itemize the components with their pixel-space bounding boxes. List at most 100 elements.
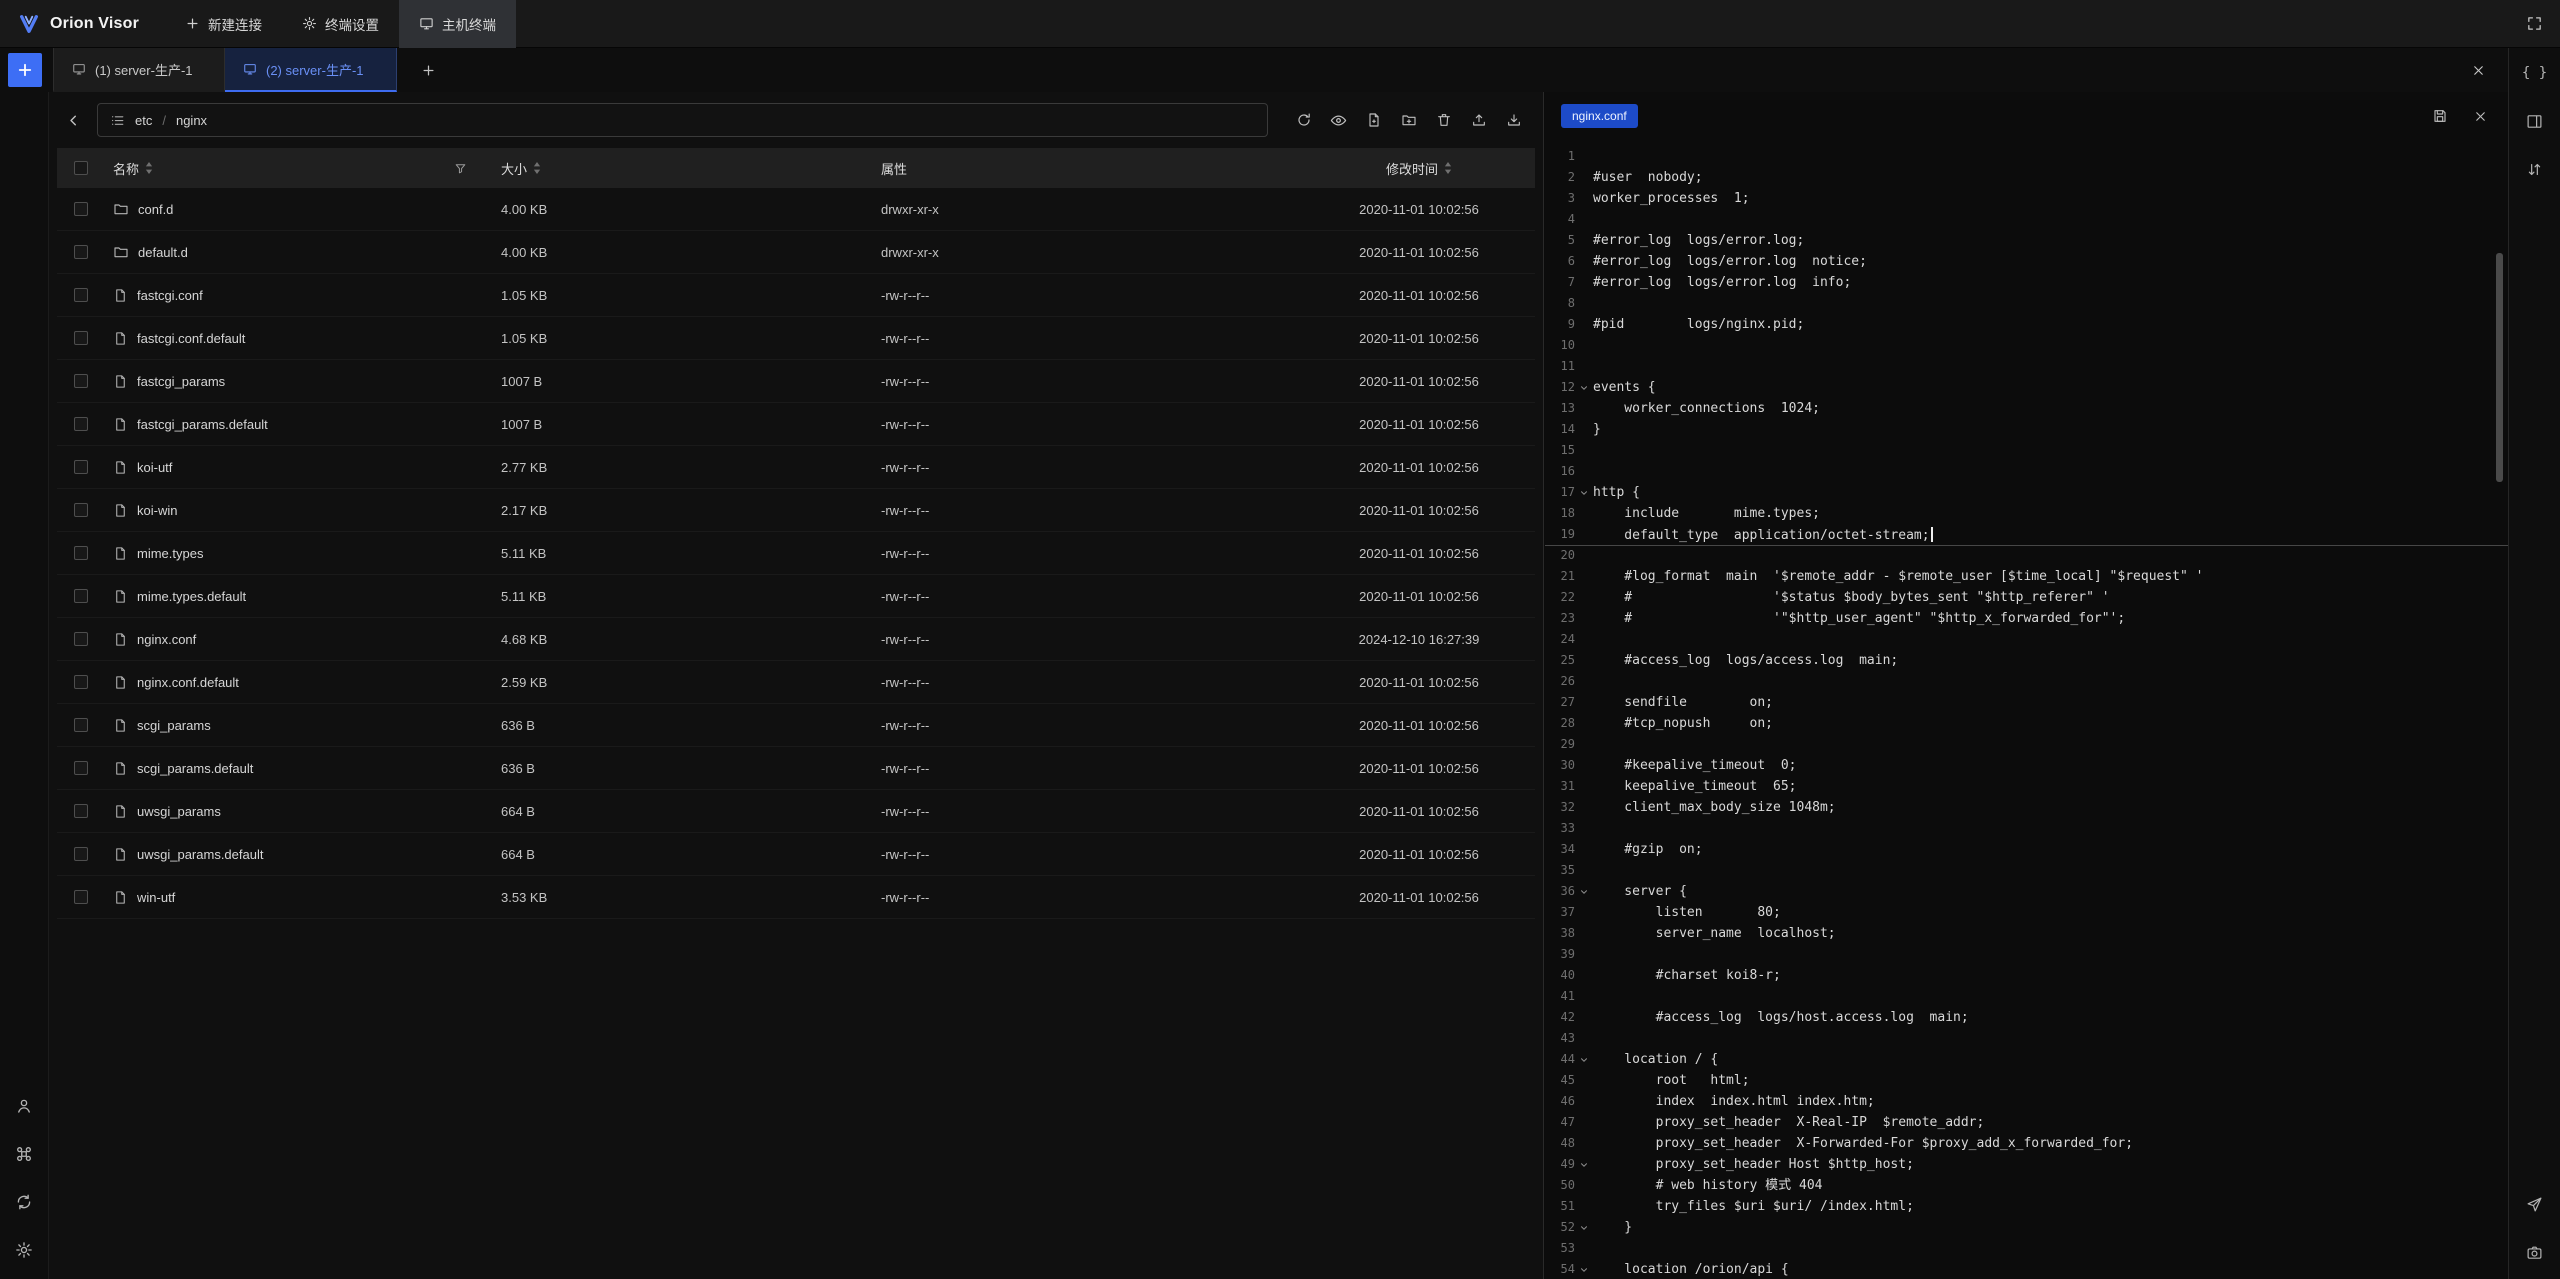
fold-chevron-icon[interactable] <box>1579 1265 1589 1275</box>
navbar-item-host-terminal[interactable]: 主机终端 <box>399 0 516 48</box>
send-command-button[interactable] <box>2518 1187 2552 1221</box>
row-checkbox[interactable] <box>74 847 88 861</box>
back-button[interactable] <box>59 106 87 134</box>
upload-button[interactable] <box>1463 105 1494 135</box>
close-panel-button[interactable] <box>2466 58 2490 82</box>
file-row[interactable]: nginx.conf 4.68 KB -rw-r--r-- 2024-12-10… <box>57 618 1535 661</box>
header-name[interactable]: 名称 <box>105 159 493 178</box>
fold-chevron-icon[interactable] <box>1579 887 1589 897</box>
navbar-item-terminal-settings[interactable]: 终端设置 <box>282 0 399 48</box>
row-checkbox[interactable] <box>74 632 88 646</box>
code-line[interactable]: 20 <box>1545 545 2508 566</box>
code-line[interactable]: 51 try_files $uri $uri/ /index.html; <box>1545 1196 2508 1217</box>
open-file-badge[interactable]: nginx.conf <box>1561 104 1638 128</box>
file-row[interactable]: fastcgi.conf.default 1.05 KB -rw-r--r-- … <box>57 317 1535 360</box>
new-file-button[interactable] <box>1358 105 1389 135</box>
code-line[interactable]: 26 <box>1545 671 2508 692</box>
header-mtime[interactable]: 修改时间 <box>1303 159 1535 178</box>
tab-server-1[interactable]: (1) server-生产-1 <box>53 48 225 92</box>
code-line[interactable]: 38 server_name localhost; <box>1545 923 2508 944</box>
code-line[interactable]: 33 <box>1545 818 2508 839</box>
code-line[interactable]: 35 <box>1545 860 2508 881</box>
fold-chevron-icon[interactable] <box>1579 488 1589 498</box>
save-button[interactable] <box>2428 104 2452 128</box>
file-name[interactable]: fastcgi_params <box>137 374 225 389</box>
add-tab-button[interactable] <box>413 55 443 85</box>
code-line[interactable]: 11 <box>1545 356 2508 377</box>
code-line[interactable]: 5 #error_log logs/error.log; <box>1545 230 2508 251</box>
code-line[interactable]: 24 <box>1545 629 2508 650</box>
delete-button[interactable] <box>1428 105 1459 135</box>
show-hidden-files-button[interactable] <box>1323 105 1354 135</box>
file-row[interactable]: koi-utf 2.77 KB -rw-r--r-- 2020-11-01 10… <box>57 446 1535 489</box>
code-line[interactable]: 31 keepalive_timeout 65; <box>1545 776 2508 797</box>
fold-chevron-icon[interactable] <box>1579 383 1589 393</box>
file-row[interactable]: nginx.conf.default 2.59 KB -rw-r--r-- 20… <box>57 661 1535 704</box>
file-name[interactable]: mime.types <box>137 546 203 561</box>
swap-vertical-button[interactable] <box>2518 152 2552 186</box>
fold-chevron-icon[interactable] <box>1579 1223 1589 1233</box>
row-checkbox[interactable] <box>74 245 88 259</box>
code-line[interactable]: 8 <box>1545 293 2508 314</box>
user-button[interactable] <box>7 1089 41 1123</box>
file-name[interactable]: fastcgi.conf <box>137 288 203 303</box>
screenshot-button[interactable] <box>2518 1235 2552 1269</box>
code-line[interactable]: 49 proxy_set_header Host $http_host; <box>1545 1154 2508 1175</box>
file-row[interactable]: mime.types.default 5.11 KB -rw-r--r-- 20… <box>57 575 1535 618</box>
breadcrumb[interactable]: etc / nginx <box>97 103 1268 137</box>
row-checkbox[interactable] <box>74 718 88 732</box>
breadcrumb-segment[interactable]: nginx <box>176 113 207 128</box>
panel-layout-button[interactable] <box>2518 104 2552 138</box>
code-line[interactable]: 54 location /orion/api { <box>1545 1259 2508 1279</box>
select-all-checkbox[interactable] <box>74 161 88 175</box>
code-line[interactable]: 3 worker_processes 1; <box>1545 188 2508 209</box>
file-row[interactable]: koi-win 2.17 KB -rw-r--r-- 2020-11-01 10… <box>57 489 1535 532</box>
breadcrumb-segment[interactable]: etc <box>135 113 152 128</box>
code-line[interactable]: 28 #tcp_nopush on; <box>1545 713 2508 734</box>
row-checkbox[interactable] <box>74 503 88 517</box>
code-line[interactable]: 53 <box>1545 1238 2508 1259</box>
code-line[interactable]: 10 <box>1545 335 2508 356</box>
file-name[interactable]: fastcgi_params.default <box>137 417 268 432</box>
code-line[interactable]: 41 <box>1545 986 2508 1007</box>
file-row[interactable]: default.d 4.00 KB drwxr-xr-x 2020-11-01 … <box>57 231 1535 274</box>
settings-button[interactable] <box>7 1233 41 1267</box>
fold-chevron-icon[interactable] <box>1579 1055 1589 1065</box>
row-checkbox[interactable] <box>74 202 88 216</box>
code-line[interactable]: 46 index index.html index.htm; <box>1545 1091 2508 1112</box>
row-checkbox[interactable] <box>74 589 88 603</box>
code-line[interactable]: 27 sendfile on; <box>1545 692 2508 713</box>
row-checkbox[interactable] <box>74 417 88 431</box>
file-name[interactable]: scgi_params <box>137 718 211 733</box>
row-checkbox[interactable] <box>74 288 88 302</box>
code-line[interactable]: 34 #gzip on; <box>1545 839 2508 860</box>
file-name[interactable]: uwsgi_params <box>137 804 221 819</box>
code-line[interactable]: 32 client_max_body_size 1048m; <box>1545 797 2508 818</box>
refresh-button[interactable] <box>1288 105 1319 135</box>
sync-button[interactable] <box>7 1185 41 1219</box>
code-line[interactable]: 36 server { <box>1545 881 2508 902</box>
code-line[interactable]: 48 proxy_set_header X-Forwarded-For $pro… <box>1545 1133 2508 1154</box>
code-line[interactable]: 15 <box>1545 440 2508 461</box>
row-checkbox[interactable] <box>74 460 88 474</box>
code-line[interactable]: 1 <box>1545 146 2508 167</box>
row-checkbox[interactable] <box>74 804 88 818</box>
code-line[interactable]: 22 # '$status $body_bytes_sent "$http_re… <box>1545 587 2508 608</box>
code-line[interactable]: 47 proxy_set_header X-Real-IP $remote_ad… <box>1545 1112 2508 1133</box>
row-checkbox[interactable] <box>74 331 88 345</box>
command-snippets-button[interactable] <box>7 1137 41 1171</box>
file-row[interactable]: fastcgi_params 1007 B -rw-r--r-- 2020-11… <box>57 360 1535 403</box>
row-checkbox[interactable] <box>74 546 88 560</box>
code-line[interactable]: 17 http { <box>1545 482 2508 503</box>
file-row[interactable]: mime.types 5.11 KB -rw-r--r-- 2020-11-01… <box>57 532 1535 575</box>
file-row[interactable]: uwsgi_params 664 B -rw-r--r-- 2020-11-01… <box>57 790 1535 833</box>
sort-carets-icon[interactable] <box>1444 162 1452 174</box>
code-line[interactable]: 43 <box>1545 1028 2508 1049</box>
row-checkbox[interactable] <box>74 374 88 388</box>
file-name[interactable]: koi-win <box>137 503 177 518</box>
code-line[interactable]: 52 } <box>1545 1217 2508 1238</box>
close-editor-button[interactable] <box>2468 104 2492 128</box>
file-name[interactable]: fastcgi.conf.default <box>137 331 245 346</box>
code-line[interactable]: 25 #access_log logs/access.log main; <box>1545 650 2508 671</box>
code-line[interactable]: 21 #log_format main '$remote_addr - $rem… <box>1545 566 2508 587</box>
